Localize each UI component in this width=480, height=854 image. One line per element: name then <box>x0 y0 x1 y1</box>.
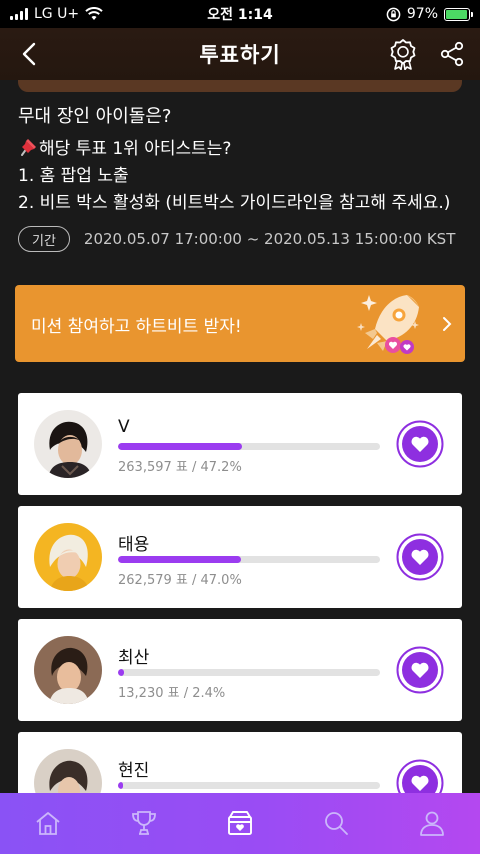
candidate-avatar <box>34 636 102 704</box>
candidate-avatar <box>34 410 102 478</box>
tab-profile[interactable] <box>414 805 450 841</box>
period-badge: 기간 <box>18 226 70 252</box>
mission-text: 미션 참여하고 하트비트 받자! <box>31 317 242 337</box>
battery-icon <box>444 7 473 21</box>
top-navigation-bar: 투표하기 <box>0 28 480 80</box>
pushpin-icon <box>21 139 36 156</box>
benefit-heading: 해당 투표 1위 아티스트는? <box>39 139 232 159</box>
candidate-votes: 13,230 표 / 2.4% <box>118 686 226 701</box>
vote-progress-fill <box>118 782 124 789</box>
chevron-right-icon <box>443 317 452 331</box>
tab-home[interactable] <box>30 805 66 841</box>
heart-box-icon <box>228 810 252 835</box>
candidate-votes: 263,597 표 / 47.2% <box>118 460 242 475</box>
search-icon <box>325 811 348 835</box>
period-dates: 2020.05.07 17:00:00 ~ 2020.05.13 15:00:0… <box>83 230 456 248</box>
vote-progress-bar <box>118 782 380 789</box>
page-title: 투표하기 <box>199 43 281 67</box>
candidate-name: 현진 <box>118 761 150 781</box>
tab-vote[interactable] <box>222 805 258 841</box>
heart-vote-button[interactable] <box>396 533 444 581</box>
vote-progress-bar <box>118 669 380 676</box>
benefit-heading-row: 해당 투표 1위 아티스트는? <box>18 136 231 163</box>
vote-progress-fill <box>118 556 242 563</box>
profile-icon <box>420 811 444 836</box>
candidate-avatar <box>34 523 102 591</box>
poll-period: 기간 2020.05.07 17:00:00 ~ 2020.05.13 15:0… <box>18 226 455 252</box>
mission-banner[interactable]: 미션 참여하고 하트비트 받자! <box>15 285 465 362</box>
status-bar: LG U+ 오전 1:14 97% <box>0 0 480 28</box>
award-ribbon-icon[interactable] <box>388 38 418 70</box>
tab-ranking[interactable] <box>126 805 162 841</box>
home-icon <box>36 811 60 835</box>
vote-progress-bar <box>118 443 380 450</box>
rotation-lock-icon <box>386 7 401 21</box>
wifi-icon <box>85 7 103 20</box>
candidate-name: V <box>118 417 130 437</box>
candidate-card[interactable]: 태용 262,579 표 / 47.0% <box>18 506 462 608</box>
vote-progress-fill <box>118 443 242 450</box>
carrier-label: LG U+ <box>34 6 80 22</box>
candidate-votes: 262,579 표 / 47.0% <box>118 573 242 588</box>
tab-search[interactable] <box>318 805 354 841</box>
vote-progress-bar <box>118 556 380 563</box>
benefit-2: 2. 비트 박스 활성화 (비트박스 가이드라인을 참고해 주세요.) <box>18 193 451 213</box>
candidate-name: 태용 <box>118 535 150 555</box>
heart-vote-button[interactable] <box>396 646 444 694</box>
trophy-icon <box>132 810 156 835</box>
vote-progress-fill <box>118 669 125 676</box>
candidate-card[interactable]: V 263,597 표 / 47.2% <box>18 393 462 495</box>
signal-icon <box>10 8 28 20</box>
share-icon[interactable] <box>438 40 466 68</box>
benefit-1: 1. 홈 팝업 노출 <box>18 166 129 186</box>
banner-image-edge <box>18 80 462 92</box>
candidate-name: 최산 <box>118 648 150 668</box>
candidate-card[interactable]: 최산 13,230 표 / 2.4% <box>18 619 462 721</box>
bottom-tab-bar <box>0 793 480 854</box>
battery-percent: 97% <box>406 6 438 22</box>
chevron-left-icon[interactable] <box>16 40 44 68</box>
rocket-icon <box>357 295 419 354</box>
poll-question: 무대 장인 아이돌은? <box>18 106 172 127</box>
heart-vote-button[interactable] <box>396 420 444 468</box>
